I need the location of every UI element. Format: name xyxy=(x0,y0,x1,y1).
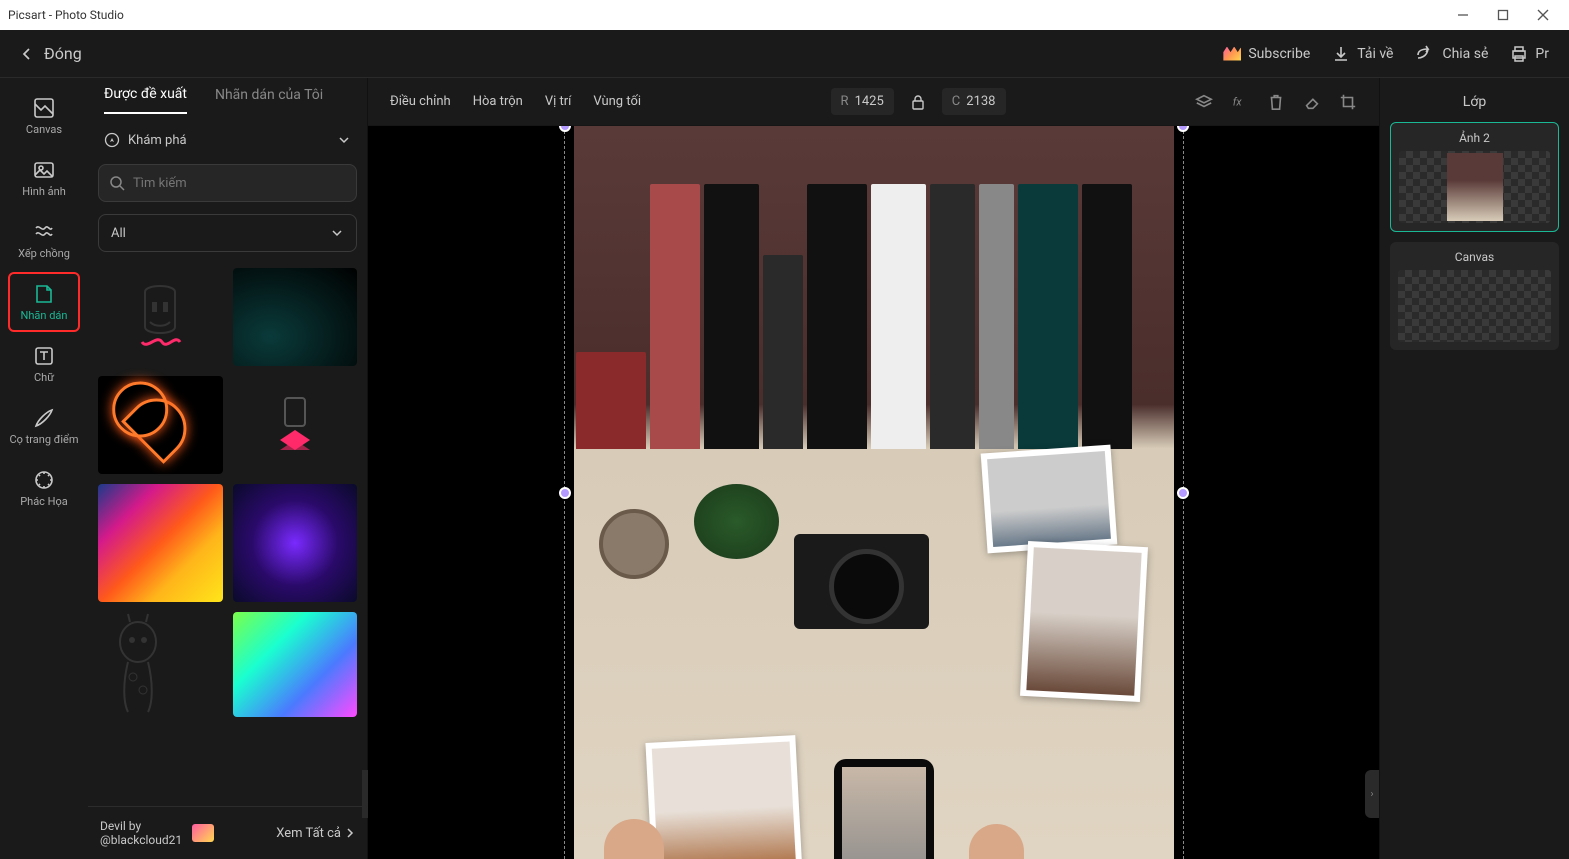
tool-brush[interactable]: Cọ trang điểm xyxy=(8,396,80,456)
layer-thumbnail xyxy=(1399,151,1550,223)
chevron-left-icon xyxy=(20,47,34,61)
sticker-item[interactable] xyxy=(98,484,223,602)
chevron-right-icon xyxy=(345,828,355,838)
print-icon xyxy=(1510,45,1528,63)
discover-row[interactable]: Khám phá xyxy=(88,122,367,158)
resize-handle-tr[interactable] xyxy=(1177,126,1189,132)
lock-icon xyxy=(910,94,926,110)
height-input[interactable]: C 2138 xyxy=(942,88,1006,115)
search-icon xyxy=(109,175,125,191)
subscribe-button[interactable]: Subscribe xyxy=(1223,46,1310,62)
print-button[interactable]: Pr xyxy=(1510,45,1549,63)
tool-text[interactable]: Chữ xyxy=(8,334,80,394)
layer-item[interactable]: Canvas xyxy=(1390,242,1559,350)
canvas-toolbar: Điều chỉnh Hòa trộn Vị trí Vùng tối R 14… xyxy=(368,78,1379,126)
tab-my-stickers[interactable]: Nhãn dán của Tôi xyxy=(215,87,323,113)
canvas-area: Điều chỉnh Hòa trộn Vị trí Vùng tối R 14… xyxy=(368,78,1379,859)
resize-handle-l[interactable] xyxy=(559,487,571,499)
eraser-button[interactable] xyxy=(1303,93,1321,111)
blend-button[interactable]: Hòa trộn xyxy=(473,94,523,109)
sticker-item[interactable] xyxy=(98,376,223,474)
share-button[interactable]: Chia sẻ xyxy=(1415,45,1488,63)
tab-recommended[interactable]: Được đề xuất xyxy=(104,86,187,114)
sticker-item[interactable] xyxy=(233,376,358,474)
adjust-button[interactable]: Điều chỉnh xyxy=(390,94,451,109)
collapse-right-panel[interactable]: › xyxy=(1365,770,1379,818)
tool-sketch[interactable]: Phác Họa xyxy=(8,458,80,518)
layers-panel: Lớp Ảnh 2 Canvas xyxy=(1379,78,1569,859)
download-icon xyxy=(1332,45,1350,63)
premium-badge-icon xyxy=(192,824,214,842)
lock-aspect-button[interactable] xyxy=(904,88,932,116)
close-label: Đóng xyxy=(44,44,82,63)
sticker-author: Devil by @blackcloud21 xyxy=(100,819,214,847)
sticker-item[interactable] xyxy=(233,612,358,717)
vignette-button[interactable]: Vùng tối xyxy=(593,94,641,109)
chevron-down-icon xyxy=(330,226,344,240)
window-close-icon[interactable] xyxy=(1537,9,1549,21)
tool-image[interactable]: Hình ảnh xyxy=(8,148,80,208)
crop-button[interactable] xyxy=(1339,93,1357,111)
canvas-image[interactable] xyxy=(574,126,1174,859)
left-toolbar: Canvas Hình ảnh Xếp chồng Nhãn dán Chữ C… xyxy=(0,78,88,859)
sticker-item[interactable] xyxy=(98,612,223,717)
fx-button[interactable]: fx xyxy=(1231,93,1249,111)
window-titlebar: Picsart - Photo Studio xyxy=(0,0,1569,30)
filter-select[interactable]: All xyxy=(98,214,357,252)
compass-icon xyxy=(104,132,120,148)
svg-text:fx: fx xyxy=(1233,95,1243,108)
position-button[interactable]: Vị trí xyxy=(545,94,572,109)
window-minimize-icon[interactable] xyxy=(1457,9,1469,21)
layer-item[interactable]: Ảnh 2 xyxy=(1390,122,1559,232)
canvas-viewport[interactable] xyxy=(368,126,1379,859)
search-input-wrap[interactable] xyxy=(98,164,357,202)
share-icon xyxy=(1415,45,1435,63)
resize-handle-tl[interactable] xyxy=(559,126,571,132)
resize-handle-r[interactable] xyxy=(1177,487,1189,499)
tool-overlay[interactable]: Xếp chồng xyxy=(8,210,80,270)
sticker-panel: Được đề xuất Nhãn dán của Tôi Khám phá A… xyxy=(88,78,368,859)
delete-button[interactable] xyxy=(1267,93,1285,111)
app-title: Picsart - Photo Studio xyxy=(8,8,124,22)
download-button[interactable]: Tải về xyxy=(1332,45,1393,63)
sticker-item[interactable] xyxy=(233,484,358,602)
sticker-item[interactable] xyxy=(233,268,358,366)
layers-icon-button[interactable] xyxy=(1195,93,1213,111)
sticker-grid xyxy=(88,264,367,806)
sticker-item[interactable] xyxy=(98,268,223,366)
view-all-button[interactable]: Xem Tất cả xyxy=(276,826,355,841)
chevron-down-icon xyxy=(337,133,351,147)
window-maximize-icon[interactable] xyxy=(1497,9,1509,21)
layer-thumbnail xyxy=(1398,270,1551,342)
width-input[interactable]: R 1425 xyxy=(831,88,894,115)
layers-title: Lớp xyxy=(1390,88,1559,122)
app-header: Đóng Subscribe Tải về Chia sẻ Pr xyxy=(0,30,1569,78)
tool-canvas[interactable]: Canvas xyxy=(8,86,80,146)
tool-sticker[interactable]: Nhãn dán xyxy=(8,272,80,332)
close-button[interactable]: Đóng xyxy=(20,44,82,63)
crown-icon xyxy=(1223,47,1241,61)
search-input[interactable] xyxy=(133,176,346,191)
